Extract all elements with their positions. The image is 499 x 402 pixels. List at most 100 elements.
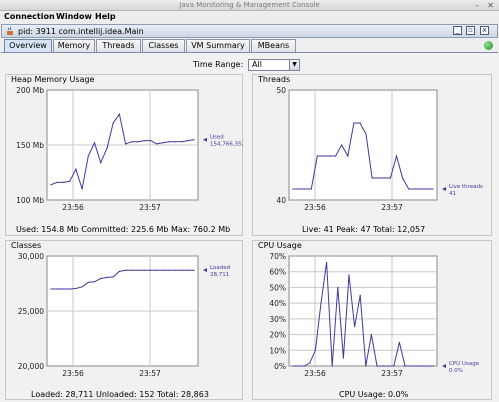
restore-frame-icon[interactable]: ▫ [466, 26, 475, 35]
data-point [149, 140, 152, 142]
data-point [69, 288, 71, 290]
y-tick-label: 50 [276, 86, 286, 95]
data-point [398, 341, 400, 343]
data-point [377, 177, 379, 179]
tab-overview[interactable]: Overview [4, 39, 52, 53]
y-tick-label: 40% [269, 299, 286, 308]
y-tick-label: 10% [269, 346, 286, 355]
classes-chart: 30,000 25,000 20,000 23:56 23:57 Loaded28,711 [18, 252, 230, 378]
menubar: Connection Window Help [0, 11, 499, 23]
data-point [118, 270, 120, 272]
data-point [414, 188, 416, 190]
data-point [193, 269, 195, 271]
current-value-label: Live threads [449, 184, 483, 190]
menu-connection[interactable]: Connection [4, 11, 55, 23]
data-point [162, 269, 164, 271]
data-point [389, 177, 391, 179]
data-point [174, 141, 176, 143]
data-point [81, 188, 83, 190]
data-point [156, 269, 158, 271]
tab-threads[interactable]: Threads [96, 39, 141, 52]
data-point [81, 286, 83, 288]
data-point [370, 334, 372, 336]
tab-classes[interactable]: Classes [142, 39, 185, 52]
internal-frame-titlebar[interactable]: pid: 3911 com.intellij.idea.Main _ ▫ x [1, 24, 498, 38]
data-point [181, 269, 183, 271]
data-point [303, 365, 305, 367]
data-point [387, 365, 389, 367]
data-point [410, 365, 412, 367]
data-point [432, 365, 434, 367]
threads-summary: Live: 41 Peak: 47 Total: 12,057 [302, 225, 426, 234]
window-title: Java Monitoring & Management Console [179, 1, 320, 9]
tab-memory[interactable]: Memory [53, 39, 95, 52]
data-point [131, 269, 133, 271]
menu-help[interactable]: Help [95, 11, 116, 23]
heap-panel-title: Heap Memory Usage [11, 75, 95, 84]
data-point [181, 141, 183, 143]
data-point [298, 365, 300, 367]
current-value-marker-icon [442, 187, 446, 191]
java-cup-icon [7, 27, 13, 35]
data-point [156, 143, 158, 145]
data-point [112, 276, 114, 278]
close-window-icon[interactable]: ✕ [487, 1, 494, 10]
data-point [322, 155, 324, 157]
data-point [143, 269, 145, 271]
data-point [131, 141, 133, 143]
data-point [56, 288, 58, 290]
current-value-label: Used [210, 135, 224, 141]
data-point [393, 365, 395, 367]
time-range-value: All [252, 60, 262, 69]
current-value-number: 28,711 [210, 272, 229, 278]
data-point [365, 133, 367, 135]
y-tick-label: 50% [269, 283, 286, 292]
data-point [137, 269, 139, 271]
menu-window[interactable]: Window [56, 11, 92, 23]
x-tick-label: 23:57 [139, 369, 161, 378]
data-point [125, 143, 127, 145]
data-point [404, 365, 406, 367]
data-point [359, 122, 361, 124]
y-tick-label: 20,000 [18, 362, 44, 371]
y-tick-label: 70% [269, 252, 286, 261]
current-value-number: 0.0% [449, 368, 463, 374]
plot-area [288, 255, 438, 367]
data-point [168, 141, 170, 143]
current-value-marker-icon [442, 364, 446, 368]
current-value-label: CPU Usage [449, 361, 480, 367]
data-point [309, 362, 311, 364]
time-range-select[interactable]: All ▼ [248, 59, 300, 71]
tab-mbeans[interactable]: MBeans [251, 39, 296, 52]
data-point [93, 281, 96, 283]
data-point [376, 365, 378, 367]
y-tick-label: 200 Mb [16, 86, 44, 95]
x-tick-label: 23:56 [304, 369, 326, 378]
y-tick-label: 60% [269, 268, 286, 277]
close-frame-icon[interactable]: x [480, 26, 489, 35]
data-point [402, 177, 404, 179]
data-point [69, 180, 71, 182]
data-point [310, 188, 312, 190]
data-point [316, 155, 318, 157]
data-point [62, 288, 64, 290]
data-point [187, 140, 189, 142]
tab-vm-summary[interactable]: VM Summary [186, 39, 250, 52]
data-point [106, 147, 108, 149]
data-point [359, 294, 361, 296]
cpu-chart: 70% 60% 50% 40% 30% 20% 10% 0% 23:56 23:57 CPU Usa… [269, 252, 480, 378]
minimize-window-icon[interactable]: – [475, 1, 479, 10]
data-point [426, 188, 428, 190]
y-tick-label: 30% [269, 315, 286, 324]
current-value-marker-icon [203, 137, 207, 142]
minimize-frame-icon[interactable]: _ [453, 26, 462, 35]
data-point [137, 141, 139, 143]
heap-memory-chart: 200 Mb 150 Mb 100 Mb 23:56 23:57 Used154,766,… [16, 86, 243, 212]
window-titlebar: Java Monitoring & Management Console – ✕ [0, 0, 499, 11]
data-point [100, 162, 102, 164]
data-point [426, 365, 428, 367]
y-tick-label: 40 [276, 196, 286, 205]
chevron-down-icon[interactable]: ▼ [289, 60, 299, 70]
data-point [314, 349, 316, 351]
data-point [337, 286, 339, 288]
